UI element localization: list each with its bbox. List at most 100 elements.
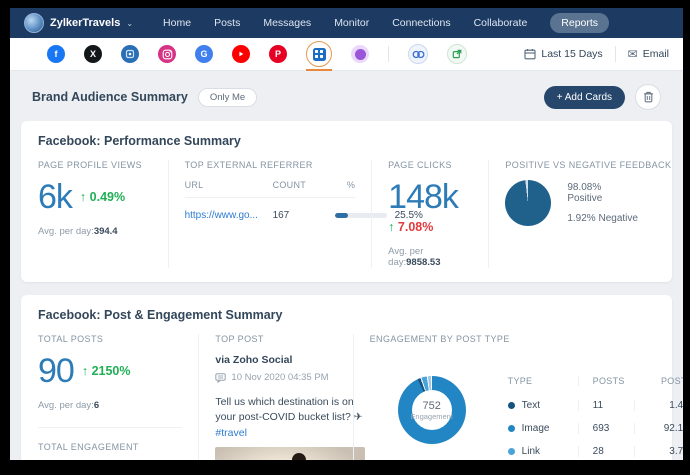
top-post-section: TOP POST via Zoho Social 10 Nov 2020 04:… [198, 334, 366, 460]
email-label: Email [642, 48, 669, 60]
top-external-referrer: TOP EXTERNAL REFERRER URL COUNT % https:… [167, 160, 423, 268]
summary-toolbar: Brand Audience Summary Only Me + Add Car… [10, 71, 683, 121]
visibility-pill[interactable]: Only Me [197, 87, 258, 107]
card-title: Facebook: Post & Engagement Summary [38, 308, 283, 322]
col-header-count: COUNT [272, 180, 307, 190]
linkedin-glyph [125, 49, 135, 59]
nav-item-posts[interactable]: Posts [214, 17, 240, 29]
metric-label: PAGE PROFILE VIEWS [38, 160, 143, 170]
nav-item-messages[interactable]: Messages [263, 17, 311, 29]
date-range-label: Last 15 Days [541, 48, 603, 60]
nav-item-collaborate[interactable]: Collaborate [474, 17, 528, 29]
negative-value: 1.92% [567, 213, 596, 224]
pct-value: 92.15% [633, 423, 683, 434]
channel-bar: f X G P Last 15 Days ✉ Email [10, 38, 683, 71]
engagement-donut-chart: 752 Engagement [397, 376, 466, 444]
pinterest-icon[interactable]: P [269, 45, 287, 63]
positive-value: 98.08% [567, 182, 602, 193]
trash-icon [643, 91, 653, 103]
app-window: ZylkerTravels ⌄ Home Posts Messages Moni… [10, 8, 683, 460]
pct-value: 1.46% [633, 400, 683, 411]
avg-value: 394.4 [93, 226, 118, 237]
feedback-metric: POSITIVE VS NEGATIVE FEEDBACK 98.08% Pos… [488, 160, 672, 268]
metric-value: 148k [388, 178, 459, 216]
nav-item-reports[interactable]: Reports [550, 13, 610, 33]
referrer-url-link[interactable]: https://www.go... [185, 210, 273, 221]
type-label: Text [521, 400, 540, 411]
metric-label: ENGAGEMENT BY POST TYPE [369, 334, 510, 344]
brand-logo [24, 13, 44, 33]
referrer-count: 167 [272, 210, 290, 221]
nav-item-monitor[interactable]: Monitor [334, 17, 369, 29]
top-post-date: 10 Nov 2020 04:35 PM [231, 372, 329, 383]
arrow-up-icon: ↑ [388, 220, 395, 234]
brand-name: ZylkerTravels [50, 17, 121, 29]
engagement-table-header: TYPE POSTS POST % [508, 376, 683, 394]
top-post-hashtag[interactable]: #travel [215, 427, 336, 439]
divider [38, 427, 183, 428]
col-header-post-pct: POST % [661, 376, 683, 386]
avg-value: 6 [93, 400, 100, 411]
metric-delta: 2150% [91, 364, 131, 378]
metric-label: TOP POST [215, 334, 264, 344]
instagram-icon[interactable] [158, 45, 176, 63]
referrer-table-header: URL COUNT % [184, 180, 356, 198]
comment-icon [215, 372, 227, 383]
performance-summary-card: Facebook: Performance Summary PAGE PROFI… [21, 121, 672, 282]
metric-delta: 0.49% [89, 190, 126, 204]
divider [614, 46, 616, 62]
facebook-icon[interactable]: f [47, 45, 65, 63]
calendar-icon [524, 49, 536, 60]
metric-label: TOTAL POSTS [38, 334, 104, 344]
legend-dot [507, 402, 515, 409]
youtube-icon[interactable] [232, 45, 250, 63]
nav-item-connections[interactable]: Connections [392, 17, 450, 29]
selected-channel[interactable] [306, 41, 332, 71]
app-grid-icon [312, 47, 326, 61]
metric-value: 90 [38, 352, 75, 390]
referrer-row: https://www.go... 167 25.5% [185, 198, 423, 221]
arrow-up-icon: ↑ [79, 190, 87, 204]
delete-button[interactable] [635, 84, 661, 110]
brand-switcher[interactable]: ZylkerTravels ⌄ [24, 13, 133, 33]
add-cards-button[interactable]: + Add Cards [543, 85, 625, 109]
linked-circles-icon[interactable] [408, 44, 428, 64]
table-row: Text 11 1.46% [507, 394, 683, 417]
metric-delta: 7.08% [397, 220, 434, 234]
page-title: Brand Audience Summary [32, 90, 188, 104]
card-title: Facebook: Performance Summary [38, 134, 241, 148]
page-clicks-metric: PAGE CLICKS 148k ↑ 7.08% Avg. per day:98… [371, 160, 488, 268]
metric-label: POSITIVE VS NEGATIVE FEEDBACK [505, 160, 672, 170]
nav-item-home[interactable]: Home [163, 17, 191, 29]
top-post-image[interactable] [215, 447, 366, 460]
avg-value: 9858.53 [406, 257, 441, 268]
google-icon[interactable]: G [195, 45, 213, 63]
type-label: Image [521, 423, 550, 434]
avg-label: Avg. per day: [38, 400, 94, 411]
donut-center-label: Engagement [410, 411, 453, 421]
divider [388, 46, 389, 62]
linkedin-icon[interactable] [121, 45, 139, 63]
circles-glyph [412, 50, 424, 58]
feedback-pie-chart [505, 180, 552, 226]
chevron-down-icon: ⌄ [126, 18, 134, 28]
legend-dot [507, 425, 515, 432]
mastodon-icon[interactable] [351, 45, 369, 63]
email-button[interactable]: ✉ Email [628, 47, 669, 61]
toolbar-actions: + Add Cards [543, 84, 661, 110]
col-header-pct: % [346, 180, 356, 190]
posts-value: 11 [577, 400, 634, 411]
x-twitter-icon[interactable]: X [84, 45, 102, 63]
feedback-legend: 98.08% Positive 1.92% Negative [567, 182, 639, 224]
play-glyph [239, 51, 244, 57]
date-range-button[interactable]: Last 15 Days [524, 48, 603, 60]
instagram-glyph [162, 49, 172, 59]
page-profile-views-metric: PAGE PROFILE VIEWS 6k ↑ 0.49% Avg. per d… [38, 160, 168, 268]
legend-dot [507, 448, 515, 455]
negative-label: Negative [598, 213, 638, 224]
positive-label: Positive [567, 193, 603, 204]
col-header-url: URL [184, 180, 204, 190]
top-post-source: via Zoho Social [215, 354, 293, 366]
envelope-icon: ✉ [627, 47, 638, 61]
green-app-icon[interactable] [447, 44, 467, 64]
